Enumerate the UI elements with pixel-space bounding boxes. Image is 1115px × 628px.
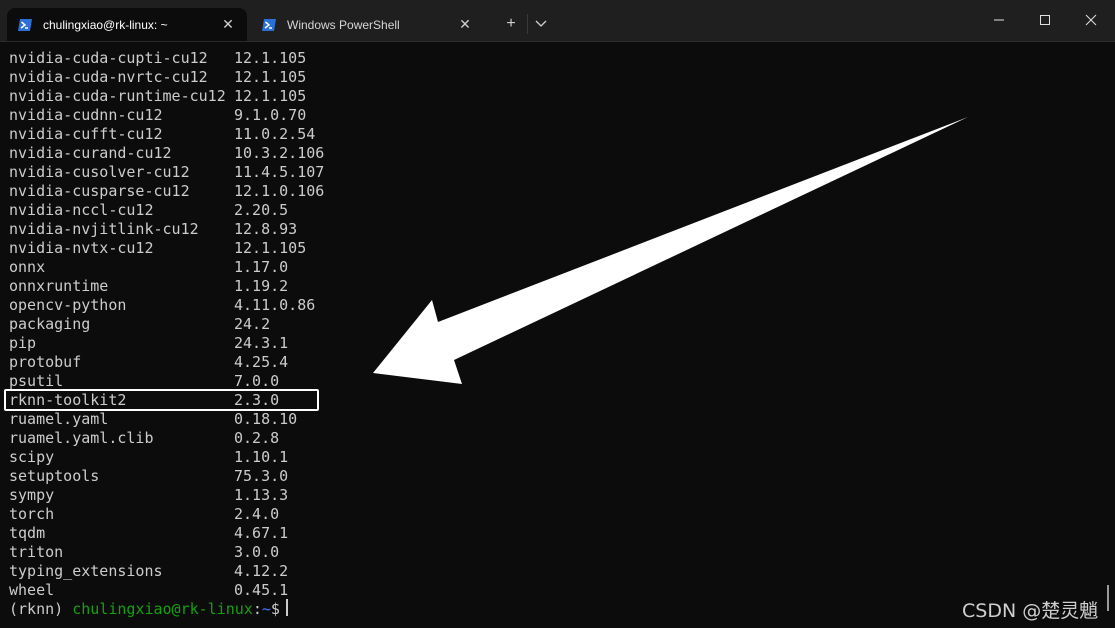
annotation-arrow-icon (373, 117, 968, 384)
watermark: CSDN @楚灵魈 (962, 600, 1099, 622)
scrollbar[interactable] (1107, 585, 1109, 611)
